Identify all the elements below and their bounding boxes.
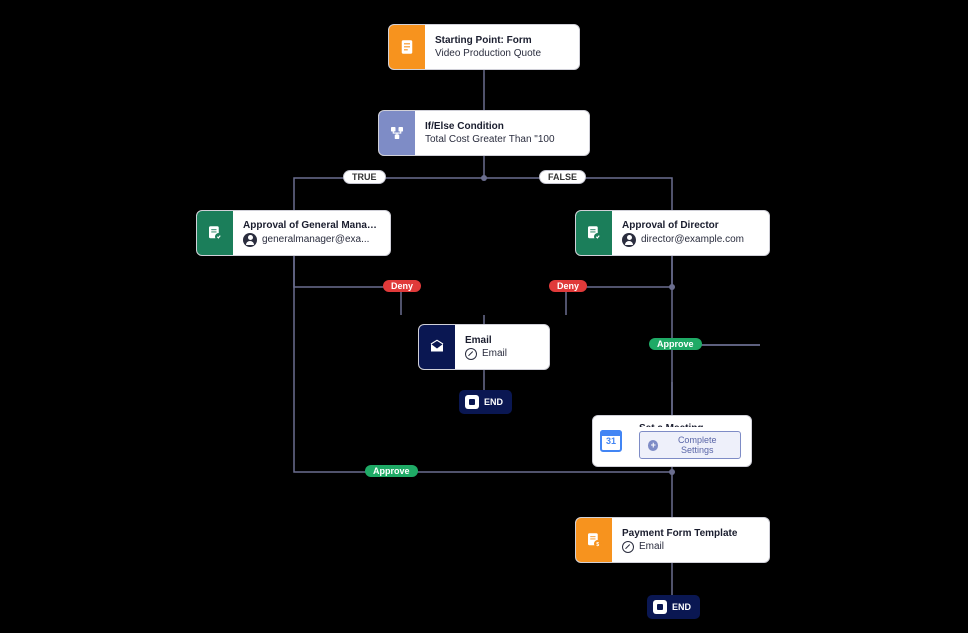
node-assignee: director@example.com <box>622 233 744 247</box>
complete-settings-button[interactable]: Complete Settings <box>639 431 741 459</box>
node-title: If/Else Condition <box>425 121 555 132</box>
end-icon <box>465 395 479 409</box>
node-approval-director[interactable]: Approval of Director director@example.co… <box>575 210 770 256</box>
node-starting-point[interactable]: Starting Point: Form Video Production Qu… <box>388 24 580 70</box>
node-subtitle: Total Cost Greater Than "100 <box>425 134 555 145</box>
badge-true: TRUE <box>343 170 386 184</box>
node-meeting[interactable]: 31 Set a Meeting Complete Settings <box>592 415 752 467</box>
connector-lines <box>0 0 968 633</box>
node-title: Starting Point: Form <box>435 35 541 46</box>
node-title: Set a Meeting <box>639 423 741 427</box>
node-payment[interactable]: $ Payment Form Template Email <box>575 517 770 563</box>
node-title: Approval of General Manager <box>243 220 380 231</box>
node-link: Email <box>622 541 737 553</box>
node-assignee: generalmanager@exa... <box>243 233 380 247</box>
badge-false: FALSE <box>539 170 586 184</box>
link-icon <box>465 348 479 360</box>
person-icon <box>622 233 636 247</box>
node-email[interactable]: Email Email <box>418 324 550 370</box>
form-icon <box>389 25 425 69</box>
approval-icon <box>576 211 612 255</box>
badge-deny: Deny <box>549 280 587 292</box>
payment-form-icon: $ <box>576 518 612 562</box>
node-approval-gm[interactable]: Approval of General Manager generalmanag… <box>196 210 391 256</box>
node-title: Email <box>465 335 507 346</box>
person-icon <box>243 233 257 247</box>
node-end: END <box>459 390 512 414</box>
node-subtitle: Video Production Quote <box>435 48 541 59</box>
node-link: Email <box>465 348 507 360</box>
node-title: Payment Form Template <box>622 528 737 539</box>
node-condition[interactable]: If/Else Condition Total Cost Greater Tha… <box>378 110 590 156</box>
link-icon <box>622 541 636 553</box>
email-icon <box>419 325 455 369</box>
badge-approve: Approve <box>649 338 702 350</box>
workflow-canvas[interactable]: Starting Point: Form Video Production Qu… <box>0 0 968 633</box>
svg-text:$: $ <box>596 542 599 548</box>
approval-icon <box>197 211 233 255</box>
branch-icon <box>379 111 415 155</box>
node-end: END <box>647 595 700 619</box>
calendar-icon: 31 <box>593 416 629 466</box>
end-icon <box>653 600 667 614</box>
node-title: Approval of Director <box>622 220 744 231</box>
badge-deny: Deny <box>383 280 421 292</box>
badge-approve: Approve <box>365 465 418 477</box>
